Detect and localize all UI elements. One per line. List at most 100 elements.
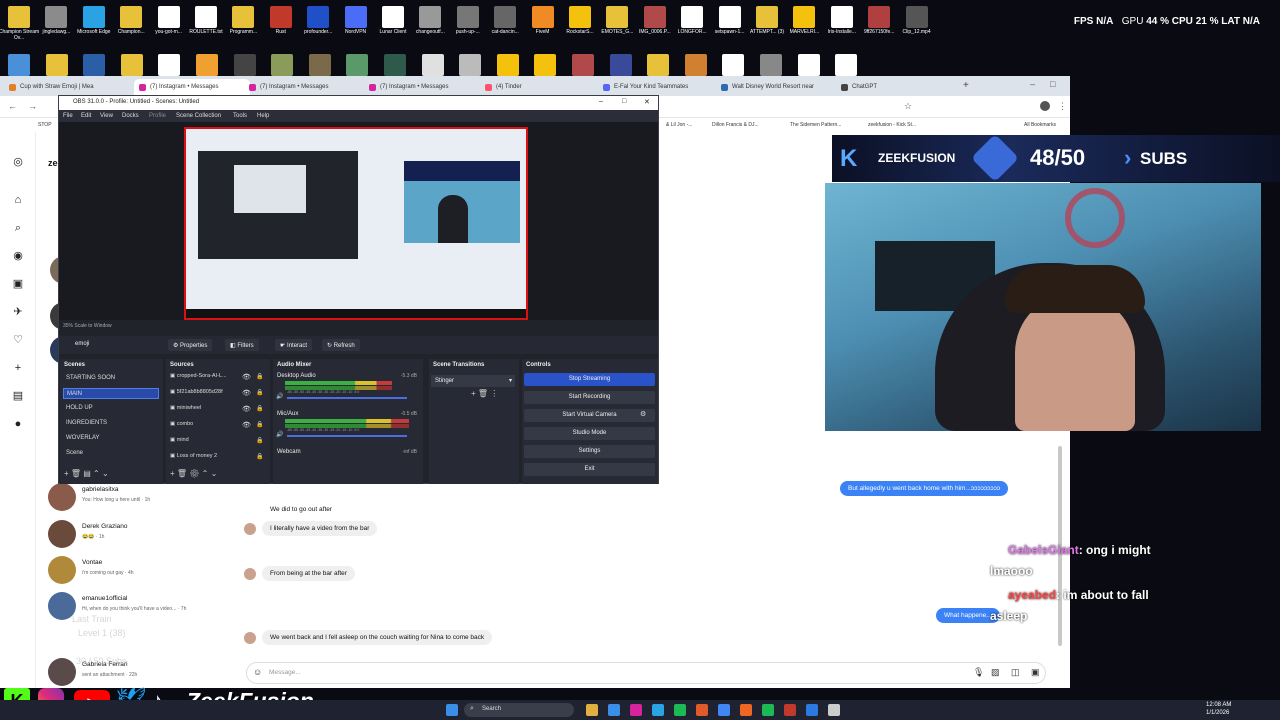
control-button[interactable]: Settings	[524, 445, 655, 458]
taskbar-app-icon[interactable]	[630, 704, 642, 716]
desktop-icon[interactable]	[421, 54, 444, 76]
menu-edit[interactable]: Edit	[81, 113, 91, 119]
filters-button[interactable]: ◧ Filters	[225, 339, 259, 351]
add-source-icon[interactable]: + 🗑 ⚙ ⌃ ⌄	[170, 469, 217, 478]
desktop-icon[interactable]	[534, 54, 557, 76]
desktop-icon[interactable]	[308, 54, 331, 76]
bookmark-lil-jon[interactable]: & Lil Jon -...	[666, 122, 692, 128]
taskbar-app-icon[interactable]	[740, 704, 752, 716]
profile-avatar[interactable]	[1040, 101, 1050, 111]
scene-item[interactable]: Scene	[63, 448, 159, 459]
control-button[interactable]: Exit	[524, 463, 655, 476]
lock-icon[interactable]: 🔒	[256, 389, 263, 396]
obs-preview[interactable]: 35% Scale to Window	[59, 122, 658, 329]
gear-icon[interactable]: ⚙	[640, 410, 646, 418]
forward-icon[interactable]: →	[28, 101, 37, 111]
menu-profile[interactable]: Profile	[149, 113, 166, 119]
desktop-icon[interactable]: Clip_12.mp4	[895, 6, 939, 35]
menu-file[interactable]: File	[63, 113, 73, 119]
conversation-item[interactable]: Gabriela Ferrari sent an attachment · 22h	[40, 656, 230, 688]
bookmark-sidemen[interactable]: The Sidemen Pattern...	[790, 122, 841, 128]
reels-icon[interactable]: ▣	[12, 278, 24, 290]
eye-icon[interactable]: 👁	[242, 389, 251, 397]
lock-icon[interactable]: 🔒	[256, 437, 263, 444]
taskbar-app-icon[interactable]	[828, 704, 840, 716]
minimize-icon[interactable]: –	[599, 98, 603, 105]
message-composer[interactable]: ☺ Message... 🎙 ▨ ◫ ▣	[246, 662, 1046, 684]
desktop-icon[interactable]	[120, 54, 143, 76]
desktop-icon[interactable]	[496, 54, 519, 76]
taskbar-app-icon[interactable]	[674, 704, 686, 716]
desktop-icon[interactable]	[797, 54, 820, 76]
desktop-icon[interactable]	[196, 54, 218, 76]
desktop-icon[interactable]	[346, 54, 369, 76]
menu-docks[interactable]: Docks	[122, 113, 139, 119]
desktop-icon[interactable]	[572, 54, 594, 76]
bookmark-star-icon[interactable]: ☆	[904, 101, 912, 112]
desktop-icon[interactable]	[384, 54, 406, 76]
eye-icon[interactable]: 👁	[242, 405, 251, 413]
zoom-label[interactable]: 35% Scale to Window	[63, 323, 112, 329]
scene-item[interactable]: STARTING SOON	[63, 373, 159, 384]
taskbar-app-icon[interactable]	[806, 704, 818, 716]
interact-button[interactable]: ☛ Interact	[275, 339, 313, 351]
speaker-icon[interactable]: 🔊	[276, 431, 283, 438]
scene-item[interactable]: INGREDIENTS	[63, 418, 159, 429]
sticker-icon[interactable]: ◫	[1011, 667, 1020, 678]
maximize-icon[interactable]: □	[622, 98, 626, 105]
taskbar-app-icon[interactable]	[586, 704, 598, 716]
control-button[interactable]: Stop Streaming	[524, 373, 655, 386]
desktop-icon[interactable]	[8, 54, 30, 76]
desktop-icon[interactable]	[45, 54, 68, 76]
lock-icon[interactable]: 🔒	[256, 453, 263, 460]
desktop-icon[interactable]	[835, 54, 858, 76]
desktop-icon[interactable]	[609, 54, 632, 76]
bookmark-all[interactable]: All Bookmarks	[1024, 122, 1056, 128]
source-item[interactable]: ▣ mind	[170, 437, 262, 448]
maximize-icon[interactable]: □	[1050, 79, 1055, 89]
profile-icon[interactable]: ●	[12, 418, 24, 430]
taskbar-app-icon[interactable]	[696, 704, 708, 716]
properties-button[interactable]: ⚙ Properties	[168, 339, 213, 351]
conversation-item[interactable]: gabrielasitxa You: How long u here until …	[40, 481, 230, 515]
browser-tab[interactable]: E-Fal Your Kind Teammates	[598, 79, 714, 96]
gif-icon[interactable]: ▣	[1031, 667, 1040, 678]
explore-icon[interactable]: ◉	[12, 250, 24, 262]
control-button[interactable]: Studio Mode	[524, 427, 655, 440]
taskbar-search[interactable]: ⌕ Search	[464, 703, 574, 717]
back-icon[interactable]: ←	[8, 101, 17, 111]
messages-icon[interactable]: ✈	[12, 306, 24, 318]
preview-canvas[interactable]	[184, 127, 528, 320]
microphone-icon[interactable]: 🎙	[973, 667, 984, 678]
create-icon[interactable]: +	[12, 362, 24, 374]
refresh-button[interactable]: ↻ Refresh	[322, 339, 360, 351]
browser-tab[interactable]: Walt Disney World Resort near	[716, 79, 832, 96]
menu-scene-collection[interactable]: Scene Collection	[176, 113, 221, 119]
volume-slider[interactable]	[287, 397, 407, 399]
browser-tab[interactable]: (7) Instagram • Messages	[134, 79, 250, 96]
transition-select[interactable]: Stinger ▾	[431, 375, 515, 387]
volume-slider[interactable]	[287, 435, 407, 437]
browser-tab[interactable]: (7) Instagram • Messages	[244, 79, 360, 96]
lock-icon[interactable]: 🔒	[256, 405, 263, 412]
control-button[interactable]: Start Recording	[524, 391, 655, 404]
image-icon[interactable]: ▨	[991, 667, 1000, 678]
desktop-icon[interactable]	[158, 54, 181, 76]
conversation-item[interactable]: Vontae i'm coming out gay · 4h	[40, 554, 230, 588]
control-button[interactable]: Start Virtual Camera	[524, 409, 655, 422]
bookmark-dillon-francis[interactable]: Dillon Francis & DJ...	[712, 122, 759, 128]
menu-tools[interactable]: Tools	[233, 113, 247, 119]
desktop-icon[interactable]	[647, 54, 670, 76]
lock-icon[interactable]: 🔒	[256, 373, 263, 380]
browser-tab[interactable]: (4) Tinder	[480, 79, 596, 96]
instagram-logo-icon[interactable]: ◎	[12, 156, 24, 168]
windows-start-icon[interactable]	[446, 704, 458, 716]
dashboard-icon[interactable]: ▤	[12, 390, 24, 402]
menu-icon[interactable]: ⋮	[1058, 101, 1067, 112]
eye-icon[interactable]: 👁	[242, 421, 251, 429]
lock-icon[interactable]: 🔒	[256, 421, 263, 428]
bookmark-stop[interactable]: STOP	[38, 122, 52, 128]
browser-tab[interactable]: ChatGPT	[836, 79, 952, 96]
bookmark-zeekfusion[interactable]: zeekfusion - Kick St...	[868, 122, 916, 128]
minimize-icon[interactable]: –	[1030, 79, 1035, 89]
